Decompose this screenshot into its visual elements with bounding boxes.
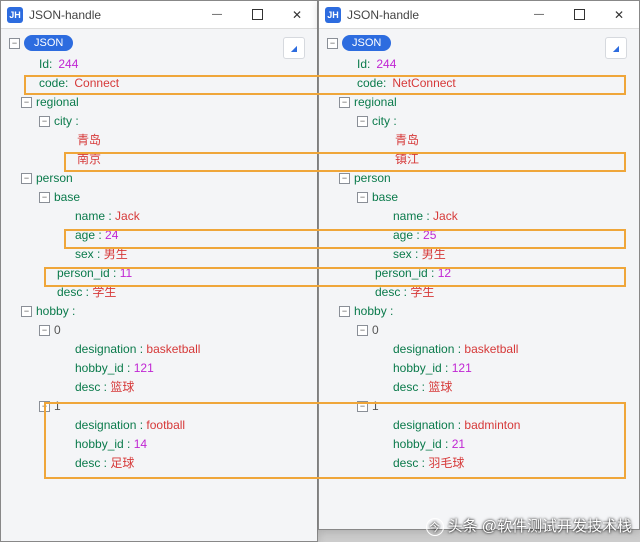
titlebar-left[interactable]: JH JSON-handle bbox=[1, 1, 317, 29]
minimize-button[interactable] bbox=[197, 1, 237, 29]
toggle-h1[interactable]: − bbox=[39, 401, 50, 412]
regional-label: regional bbox=[36, 93, 79, 112]
base-label: base bbox=[372, 188, 398, 207]
root-badge: JSON bbox=[342, 35, 391, 51]
watermark-icon: 今 bbox=[426, 518, 444, 536]
h1-index: 1 bbox=[54, 397, 61, 416]
toggle-h0[interactable]: − bbox=[39, 325, 50, 336]
sex-value: 男生 bbox=[104, 245, 128, 264]
age-value: 24 bbox=[105, 226, 118, 245]
base-label: base bbox=[54, 188, 80, 207]
toggle-root[interactable]: − bbox=[327, 38, 338, 49]
hobby-label: hobby : bbox=[354, 302, 393, 321]
toggle-h1[interactable]: − bbox=[357, 401, 368, 412]
toggle-hobby[interactable]: − bbox=[21, 306, 32, 317]
root-badge: JSON bbox=[24, 35, 73, 51]
maximize-button[interactable] bbox=[559, 1, 599, 29]
watermark: 今头条 @软件测试开发技术栈 bbox=[426, 515, 632, 536]
h0-desc: 篮球 bbox=[110, 378, 134, 397]
toggle-base[interactable]: − bbox=[39, 192, 50, 203]
city-1: 南京 bbox=[75, 150, 101, 169]
toggle-regional[interactable]: − bbox=[339, 97, 350, 108]
h0-index: 0 bbox=[54, 321, 61, 340]
id-value: 244 bbox=[58, 55, 78, 74]
city-0: 青岛 bbox=[75, 131, 101, 150]
h1-desc: 羽毛球 bbox=[428, 454, 464, 473]
h1-desc: 足球 bbox=[110, 454, 134, 473]
person-id-value: 11 bbox=[120, 264, 132, 283]
app-icon: JH bbox=[7, 7, 23, 23]
toggle-city[interactable]: − bbox=[39, 116, 50, 127]
h1-desig: football bbox=[146, 416, 185, 435]
h0-id: 121 bbox=[452, 359, 472, 378]
app-icon: JH bbox=[325, 7, 341, 23]
name-value: Jack bbox=[433, 207, 458, 226]
id-value: 244 bbox=[376, 55, 396, 74]
tree-left: Id :244 code :Connect −regional −city : … bbox=[3, 55, 311, 473]
json-panel-left: − JSON ◢ Id :244 code :Connect −regional… bbox=[1, 29, 317, 541]
desc-value: 学生 bbox=[410, 283, 434, 302]
toggle-person[interactable]: − bbox=[21, 173, 32, 184]
city-label: city : bbox=[372, 112, 397, 131]
close-button[interactable] bbox=[599, 1, 639, 29]
code-value: Connect bbox=[74, 74, 119, 93]
hobby-label: hobby : bbox=[36, 302, 75, 321]
window-title: JSON-handle bbox=[29, 8, 197, 22]
window-left: JH JSON-handle − JSON ◢ Id :244 code :Co… bbox=[0, 0, 318, 542]
h0-desig: basketball bbox=[146, 340, 200, 359]
name-value: Jack bbox=[115, 207, 140, 226]
maximize-button[interactable] bbox=[237, 1, 277, 29]
h1-desig: badminton bbox=[464, 416, 520, 435]
h1-index: 1 bbox=[372, 397, 379, 416]
h0-index: 0 bbox=[372, 321, 379, 340]
toggle-regional[interactable]: − bbox=[21, 97, 32, 108]
person-id-value: 12 bbox=[438, 264, 451, 283]
desc-value: 学生 bbox=[92, 283, 116, 302]
toggle-hobby[interactable]: − bbox=[339, 306, 350, 317]
city-1: 镇江 bbox=[393, 150, 419, 169]
h0-id: 121 bbox=[134, 359, 154, 378]
titlebar-right[interactable]: JH JSON-handle bbox=[319, 1, 639, 29]
age-value: 25 bbox=[423, 226, 436, 245]
h0-desc: 篮球 bbox=[428, 378, 452, 397]
city-label: city : bbox=[54, 112, 79, 131]
h1-id: 21 bbox=[452, 435, 465, 454]
toggle-base[interactable]: − bbox=[357, 192, 368, 203]
regional-label: regional bbox=[354, 93, 397, 112]
h0-desig: basketball bbox=[464, 340, 518, 359]
toggle-city[interactable]: − bbox=[357, 116, 368, 127]
tree-right: Id :244 code :NetConnect −regional −city… bbox=[321, 55, 633, 473]
toggle-h0[interactable]: − bbox=[357, 325, 368, 336]
toggle-person[interactable]: − bbox=[339, 173, 350, 184]
window-right: JH JSON-handle − JSON ◢ Id :244 code :Ne… bbox=[318, 0, 640, 530]
person-label: person bbox=[36, 169, 73, 188]
close-button[interactable] bbox=[277, 1, 317, 29]
window-title: JSON-handle bbox=[347, 8, 519, 22]
sex-value: 男生 bbox=[422, 245, 446, 264]
person-label: person bbox=[354, 169, 391, 188]
toggle-root[interactable]: − bbox=[9, 38, 20, 49]
minimize-button[interactable] bbox=[519, 1, 559, 29]
city-0: 青岛 bbox=[393, 131, 419, 150]
h1-id: 14 bbox=[134, 435, 147, 454]
json-panel-right: − JSON ◢ Id :244 code :NetConnect −regio… bbox=[319, 29, 639, 529]
code-value: NetConnect bbox=[392, 74, 455, 93]
